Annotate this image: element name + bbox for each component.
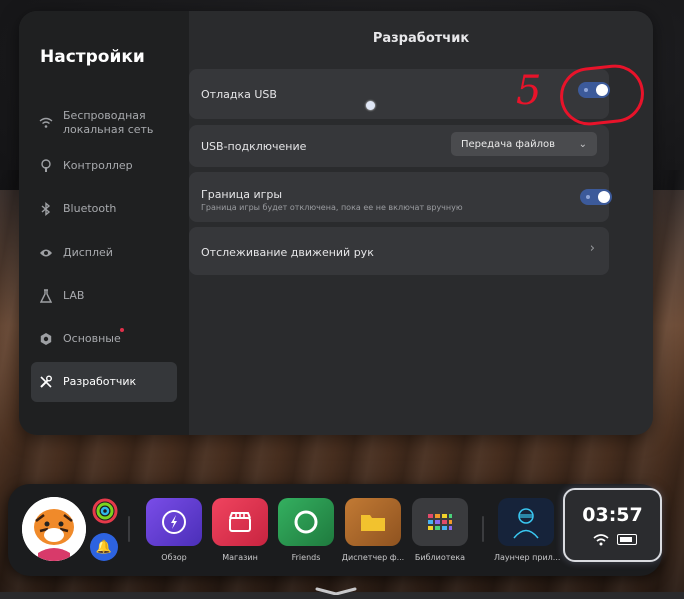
- page-title: Разработчик: [372, 31, 470, 46]
- app-label: Библиотека: [414, 553, 466, 562]
- app-friends[interactable]: [278, 498, 334, 546]
- sidebar-item-developer[interactable]: Разработчик: [31, 362, 177, 402]
- setting-row-hand-tracking[interactable]: Отслеживание движений рук ›: [189, 227, 609, 275]
- sidebar-item-general[interactable]: Основные: [31, 319, 177, 359]
- avatar[interactable]: [22, 497, 86, 561]
- eye-icon: [39, 246, 53, 260]
- app-label: Обзор: [161, 553, 187, 562]
- app-label: Friends: [291, 553, 321, 562]
- app-label: Магазин: [222, 553, 258, 562]
- sidebar-item-label: Основные: [63, 332, 121, 345]
- sidebar-item-lab[interactable]: LAB: [31, 276, 177, 316]
- taskbar-divider: [482, 516, 484, 542]
- toggle-track-dot: [586, 195, 590, 199]
- toggle-knob: [598, 191, 610, 203]
- sidebar-item-controller[interactable]: Контроллер: [31, 146, 177, 186]
- sidebar-item-bluetooth[interactable]: Bluetooth: [31, 189, 177, 229]
- sidebar-item-display[interactable]: Дисплей: [31, 233, 177, 273]
- flask-icon: [39, 289, 53, 303]
- setting-row-usb-connection[interactable]: USB-подключение Передача файлов ⌄: [189, 125, 609, 167]
- bell-icon[interactable]: 🔔: [90, 533, 118, 561]
- sidebar-item-label: Контроллер: [63, 159, 133, 172]
- activity-rings-icon[interactable]: [92, 498, 118, 524]
- wifi-status-icon: [593, 534, 609, 549]
- setting-label: USB-подключение: [201, 140, 307, 153]
- tools-icon: [39, 375, 53, 389]
- setting-row-usb-debug[interactable]: Отладка USB: [189, 69, 610, 119]
- usb-mode-select[interactable]: Передача файлов ⌄: [451, 132, 597, 156]
- setting-row-boundary[interactable]: Граница игры Граница игры будет отключен…: [189, 172, 612, 222]
- library-icon: [428, 514, 452, 530]
- quick-settings-button[interactable]: 03:57: [563, 488, 662, 562]
- app-label: Лаунчер прил...: [494, 553, 561, 562]
- app-explore[interactable]: [146, 498, 202, 546]
- clock: 03:57: [582, 504, 643, 526]
- gear-icon: [39, 332, 53, 346]
- setting-sublabel: Граница игры будет отключена, пока ее не…: [201, 203, 463, 212]
- bluetooth-icon: [39, 202, 53, 216]
- sidebar-item-wifi[interactable]: Беспроводная локальная сеть: [31, 103, 177, 143]
- setting-label: Граница игры: [201, 188, 283, 201]
- app-file-manager[interactable]: [345, 498, 401, 546]
- setting-label: Отслеживание движений рук: [201, 246, 374, 259]
- annotation-number: 5: [516, 68, 542, 114]
- notification-dot: [120, 328, 124, 332]
- wifi-icon: [39, 116, 53, 130]
- sidebar-item-label: Беспроводная локальная сеть: [63, 109, 154, 136]
- sidebar-title: Настройки: [40, 47, 145, 67]
- app-library[interactable]: [412, 498, 468, 546]
- controller-icon: [39, 159, 53, 173]
- folder-icon: [361, 515, 385, 531]
- sidebar-item-label: Разработчик: [63, 375, 137, 388]
- chevron-down-icon: ⌄: [578, 138, 587, 150]
- sidebar-item-label: Bluetooth: [63, 202, 117, 215]
- setting-label: Отладка USB: [201, 88, 277, 101]
- app-label: Диспетчер ф...: [341, 553, 405, 562]
- explore-icon: [162, 510, 186, 534]
- sidebar: Настройки Беспроводная локальная сеть Ко…: [19, 11, 189, 435]
- sidebar-item-label: LAB: [63, 289, 85, 302]
- battery-icon: [617, 534, 637, 545]
- taskbar-divider: [128, 516, 130, 542]
- friends-icon: [294, 510, 318, 534]
- select-value: Передача файлов: [461, 138, 556, 150]
- store-icon: [229, 512, 251, 532]
- pointer-cursor: [366, 101, 375, 110]
- chevron-down-icon[interactable]: [315, 580, 357, 596]
- chevron-right-icon: ›: [589, 241, 595, 256]
- sidebar-item-label: Дисплей: [63, 246, 113, 259]
- app-store[interactable]: [212, 498, 268, 546]
- launcher-icon: [513, 508, 539, 539]
- boundary-toggle[interactable]: [580, 189, 612, 205]
- app-launcher[interactable]: [498, 498, 554, 546]
